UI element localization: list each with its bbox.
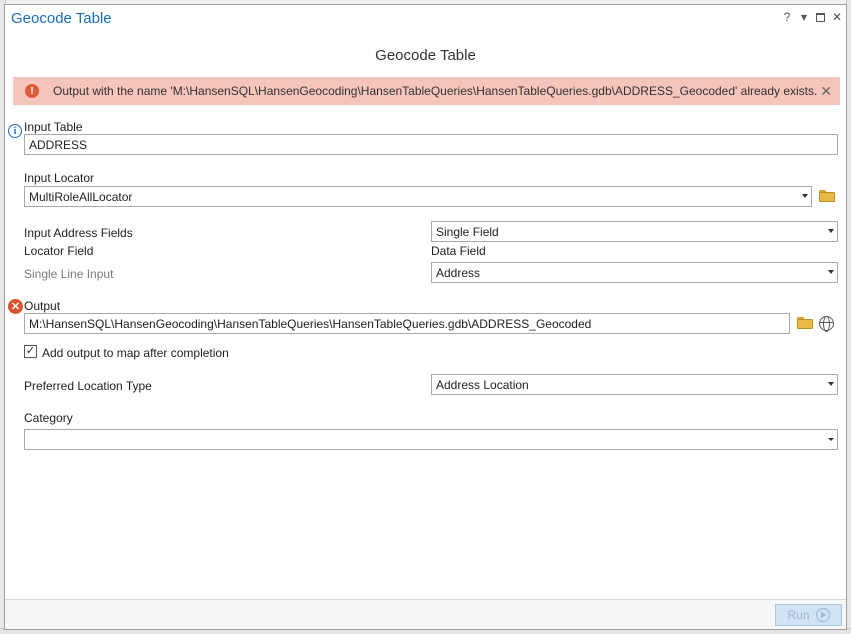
run-button[interactable]: Run: [775, 604, 842, 626]
preferred-location-type-label: Preferred Location Type: [24, 379, 152, 393]
pane-footer: Run: [5, 599, 846, 629]
category-label: Category: [24, 411, 73, 425]
input-locator-value: MultiRoleAllLocator: [29, 190, 133, 204]
data-field-dropdown[interactable]: Address: [431, 262, 838, 283]
chevron-down-icon: [828, 382, 834, 386]
error-message-text: Output with the name 'M:\HansenSQL\Hanse…: [53, 84, 818, 98]
pane-title: Geocode Table: [11, 10, 112, 27]
run-label: Run: [787, 608, 810, 622]
error-icon: !: [25, 84, 39, 98]
add-to-map-label[interactable]: Add output to map after completion: [42, 346, 229, 360]
input-table-label: Input Table: [24, 120, 83, 134]
play-icon: [815, 608, 830, 622]
chevron-down-icon: [828, 270, 834, 274]
folder-icon[interactable]: [797, 317, 813, 329]
input-table-field[interactable]: ADDRESS: [24, 134, 838, 155]
chevron-down-icon: [828, 438, 834, 441]
chevron-down-icon[interactable]: ▾: [799, 10, 809, 24]
locator-field-single-line-input: Single Line Input: [24, 267, 114, 281]
locator-field-header: Locator Field: [24, 244, 94, 258]
output-label: Output: [24, 299, 61, 313]
info-icon[interactable]: i: [8, 124, 22, 138]
maximize-icon[interactable]: [816, 12, 825, 22]
error-message-bar: ! Output with the name 'M:\HansenSQL\Han…: [13, 77, 840, 105]
error-x-icon[interactable]: ✕: [8, 299, 23, 314]
category-dropdown[interactable]: [24, 429, 838, 450]
preferred-location-type-value: Address Location: [436, 378, 529, 392]
add-to-map-checkbox[interactable]: ✓: [24, 345, 37, 358]
tool-heading: Geocode Table: [375, 47, 476, 64]
globe-icon[interactable]: [819, 316, 834, 332]
data-field-header: Data Field: [431, 244, 486, 258]
input-locator-label: Input Locator: [24, 171, 95, 185]
output-field[interactable]: M:\HansenSQL\HansenGeocoding\HansenTable…: [24, 313, 790, 334]
chevron-down-icon: [802, 194, 808, 198]
close-icon[interactable]: ✕: [832, 10, 842, 24]
chevron-down-icon: [828, 229, 834, 233]
close-icon[interactable]: ✕: [820, 83, 832, 100]
help-icon[interactable]: ?: [782, 10, 792, 24]
input-address-fields-label: Input Address Fields: [24, 226, 133, 240]
input-locator-dropdown[interactable]: MultiRoleAllLocator: [24, 186, 812, 207]
preferred-location-type-dropdown[interactable]: Address Location: [431, 374, 838, 395]
title-bar: Geocode Table ? ▾ ✕: [5, 5, 846, 33]
input-address-fields-dropdown[interactable]: Single Field: [431, 221, 838, 242]
data-field-value: Address: [436, 266, 481, 280]
input-address-fields-value: Single Field: [436, 225, 499, 239]
title-bar-controls: ? ▾ ✕: [782, 10, 842, 24]
geoprocessing-pane: Geocode Table ? ▾ ✕ Geocode Table ! Outp…: [4, 4, 847, 630]
folder-icon[interactable]: [819, 190, 835, 202]
